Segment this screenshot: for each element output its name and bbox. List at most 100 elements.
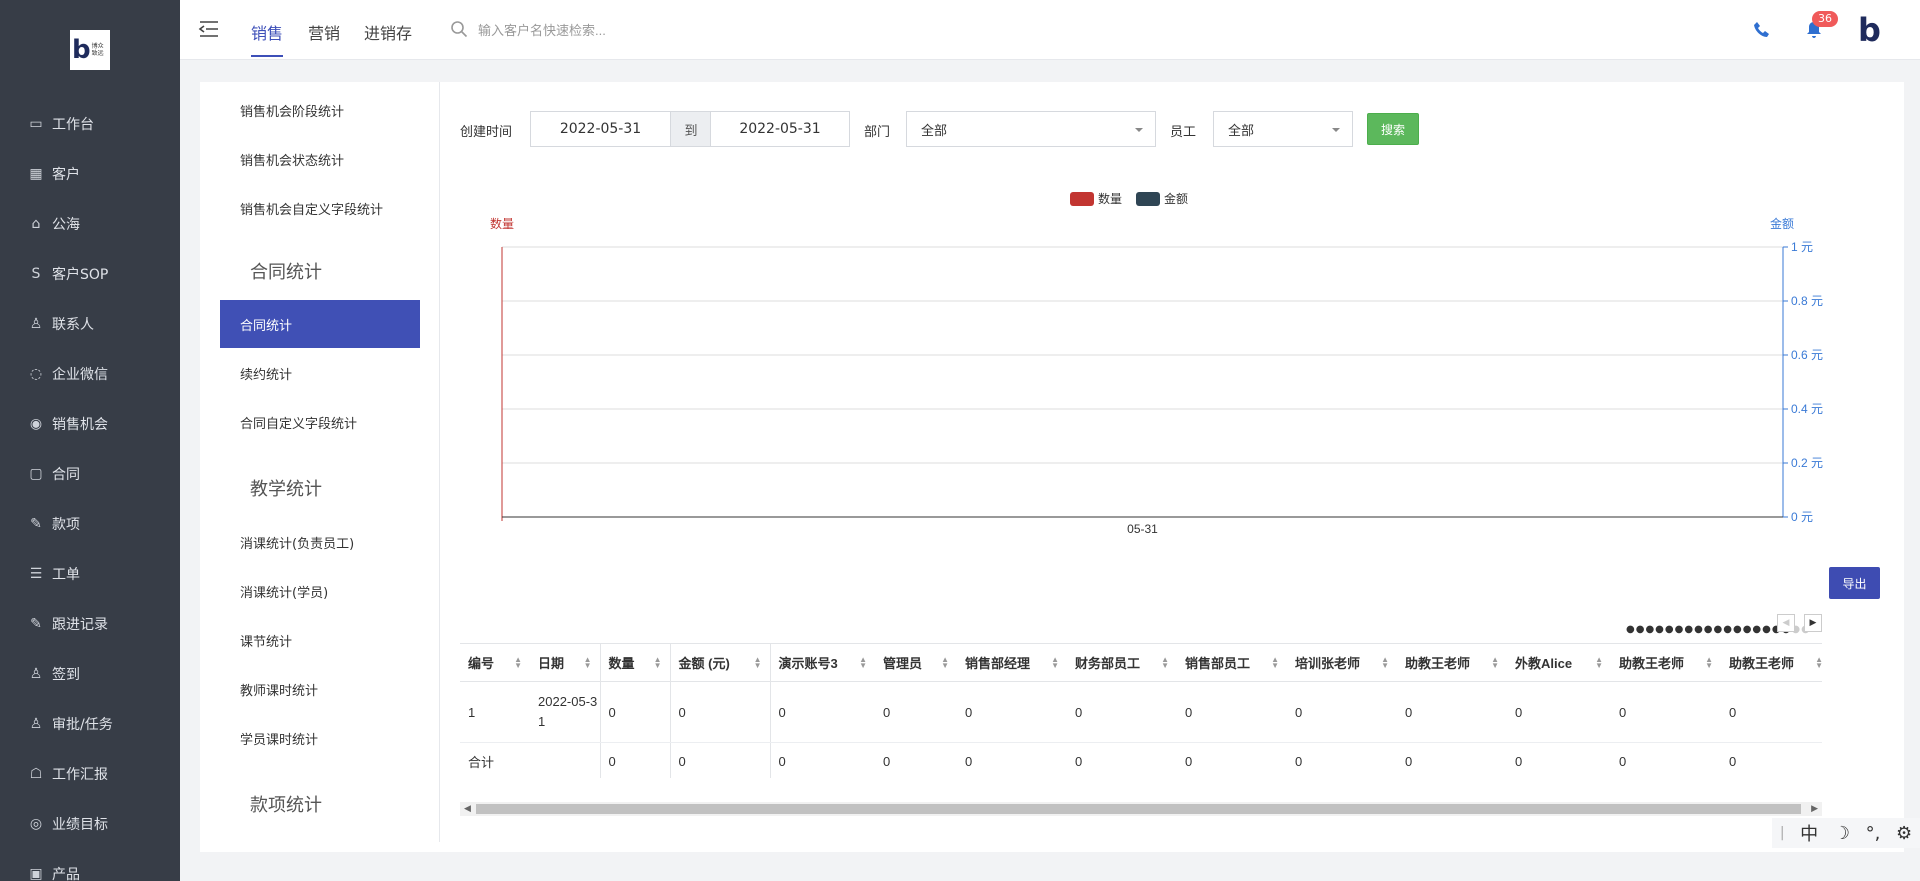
column-header[interactable]: 助教王老师 ▲ ▼ [1397,643,1507,682]
brand-logo-icon[interactable]: b [1858,14,1881,46]
search-button[interactable]: 搜索 [1367,113,1419,145]
column-header[interactable]: 销售部经理 ▲ ▼ [957,643,1067,682]
subnav-opportunity-status[interactable]: 销售机会状态统计 [220,135,420,183]
sort-icon[interactable]: ▲ ▼ [1271,656,1279,670]
table-cell: 0 [957,681,1067,743]
sidebar-item-12[interactable]: ♙ 审批/任务 [0,699,180,749]
scroll-left-button[interactable]: ◀ [1777,614,1795,632]
column-header-label: 数量 [608,656,635,671]
sort-icon[interactable]: ▲ ▼ [1381,656,1389,670]
sort-icon[interactable]: ▲ ▼ [859,656,867,670]
subnav-class-section[interactable]: 课节统计 [220,616,420,664]
sidebar-item-8[interactable]: ✎ 款项 [0,499,180,549]
scroll-arrow-right-icon[interactable]: ▶ [1811,804,1818,814]
subnav-lesson-by-student[interactable]: 消课统计(学员) [220,567,420,615]
column-header[interactable]: 日期 ▲ ▼ [530,643,601,682]
sidebar-item-4[interactable]: ♙ 联系人 [0,299,180,349]
sop-icon: S [31,266,41,282]
sort-icon[interactable]: ▲ ▼ [1815,656,1822,670]
sidebar-item-6[interactable]: ◉ 销售机会 [0,399,180,449]
punctuation-icon[interactable]: °, [1866,823,1881,844]
column-header[interactable]: 管理员 ▲ ▼ [875,643,957,682]
sidebar-item-14[interactable]: ◎ 业绩目标 [0,799,180,849]
sidebar-item-3[interactable]: S 客户SOP [0,249,180,299]
chat-icon: ◌ [29,366,43,382]
subnav-renewal-stats[interactable]: 续约统计 [220,349,420,397]
customer-search-input[interactable] [478,18,738,42]
stats-table-wrapper: 编号 ▲ ▼ 日期 ▲ ▼ 数量 ▲ ▼ 金额 (元) ▲ ▼ 演示账号3 ▲ ▼ 管理员 ▲ ▼ 销售部经理 ▲ ▼ 财… [460,643,1822,778]
sidebar-item-7[interactable]: ▢ 合同 [0,449,180,499]
column-header[interactable]: 金额 (元) ▲ ▼ [670,643,771,682]
subnav-lesson-by-staff[interactable]: 消课统计(负责员工) [220,518,420,566]
sidebar-item-1[interactable]: ▦ 客户 [0,149,180,199]
department-select[interactable]: 全部 [906,111,1156,147]
sidebar-item-15[interactable]: ▣ 产品 [0,849,180,881]
column-header[interactable]: 销售部员工 ▲ ▼ [1177,643,1287,682]
subnav-teacher-hours[interactable]: 教师课时统计 [220,665,420,713]
sort-icon[interactable]: ▲ ▼ [941,656,949,670]
staff-select-value: 全部 [1228,123,1255,139]
sort-icon[interactable]: ▲ ▼ [1705,656,1713,670]
sidebar-item-label: 合同 [52,467,80,483]
top-bar: 销售 营销 进销存 36 b [180,0,1920,60]
menu-collapse-icon[interactable] [198,18,220,40]
sort-icon[interactable]: ▲ ▼ [584,656,592,670]
sidebar-item-11[interactable]: ♙ 签到 [0,649,180,699]
sidebar-item-0[interactable]: ▭ 工作台 [0,99,180,149]
column-header[interactable]: 演示账号3 ▲ ▼ [770,643,875,682]
gear-icon[interactable]: ⚙ [1896,823,1912,844]
sidebar-item-5[interactable]: ◌ 企业微信 [0,349,180,399]
column-header-label: 销售部员工 [1185,656,1251,671]
column-header[interactable]: 助教王老师 ▲ ▼ [1721,643,1822,682]
subnav-contract-custom[interactable]: 合同自定义字段统计 [220,398,420,446]
tab-inventory[interactable]: 进销存 [364,20,412,44]
subnav-opportunity-custom[interactable]: 销售机会自定义字段统计 [220,184,420,232]
tab-marketing[interactable]: 营销 [308,20,340,44]
column-header[interactable]: 助教王老师 ▲ ▼ [1611,643,1721,682]
table-cell: 0 [670,681,771,743]
column-header[interactable]: 财务部员工 ▲ ▼ [1067,643,1177,682]
table-cell: 0 [875,742,957,778]
sort-icon[interactable]: ▲ ▼ [1051,656,1059,670]
date-to-input[interactable]: 2022-05-31 [710,111,850,147]
search-icon [451,21,468,38]
sidebar-item-label: 客户SOP [52,267,109,283]
table-cell: 0 [1287,681,1397,743]
scrollbar-thumb[interactable] [476,804,1801,814]
sort-icon[interactable]: ▲ ▼ [1491,656,1499,670]
logo-text-line1: 博众 [91,43,104,50]
tab-sales[interactable]: 销售 [251,20,284,57]
sort-icon[interactable]: ▲ ▼ [654,656,662,670]
sidebar-item-13[interactable]: ☖ 工作汇报 [0,749,180,799]
company-logo[interactable]: b 博众 致远 [70,30,110,70]
phone-icon[interactable] [1752,20,1772,40]
export-button[interactable]: 导出 [1829,567,1880,599]
sort-icon[interactable]: ▲ ▼ [754,656,762,670]
column-header-label: 外教Alice [1515,656,1573,671]
ime-mode-label[interactable]: 中 [1800,820,1818,846]
column-header[interactable]: 培训张老师 ▲ ▼ [1287,643,1397,682]
date-from-input[interactable]: 2022-05-31 [530,111,671,147]
sort-icon[interactable]: ▲ ▼ [1161,656,1169,670]
sidebar-item-10[interactable]: ✎ 跟进记录 [0,599,180,649]
subnav-student-hours[interactable]: 学员课时统计 [220,714,420,762]
scroll-arrow-left-icon[interactable]: ◀ [464,804,471,814]
table-cell: 0 [600,742,671,778]
approval-icon: ♙ [29,716,43,732]
moon-icon[interactable]: ☽ [1834,823,1850,844]
sort-icon[interactable]: ▲ ▼ [1595,656,1603,670]
column-header[interactable]: 编号 ▲ ▼ [460,643,530,682]
sort-icon[interactable]: ▲ ▼ [514,656,522,670]
x-axis-tick-label: 05-31 [1127,522,1158,536]
column-header[interactable]: 数量 ▲ ▼ [600,643,671,682]
table-cell: 1 [460,681,530,743]
subnav-contract-stats[interactable]: 合同统计 [220,300,420,348]
horizontal-scrollbar[interactable]: ◀ ▶ [460,802,1822,816]
subnav-opportunity-stage[interactable]: 销售机会阶段统计 [220,86,420,134]
scroll-right-button[interactable]: ▶ [1804,614,1822,632]
column-header[interactable]: 外教Alice ▲ ▼ [1507,643,1611,682]
sidebar-item-9[interactable]: ☰ 工单 [0,549,180,599]
table-cell: 合计 [460,742,530,778]
sidebar-item-2[interactable]: ⌂ 公海 [0,199,180,249]
staff-select[interactable]: 全部 [1213,111,1353,147]
